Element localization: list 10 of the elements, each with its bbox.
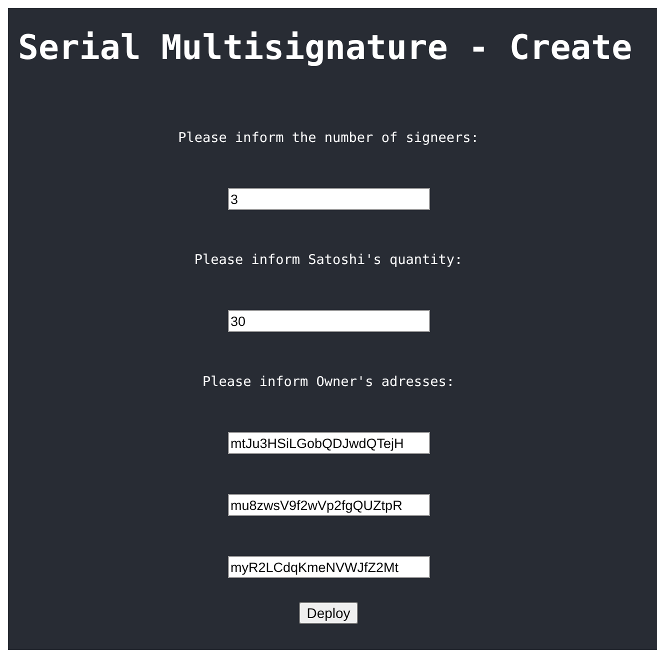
input-field[interactable]: myR2LCdqKmeNVWJfZ2Mt [228,556,430,578]
page-title: Serial Multisignature - Create [18,27,634,70]
input-field[interactable]: mtJu3HSiLGobQDJwdQTejH [228,432,430,454]
input-field[interactable]: 30 [228,310,430,332]
field-label: Please inform Owner's adresses: [202,373,454,392]
input-field[interactable]: 3 [228,188,430,210]
field-label: Please inform Satoshi's quantity: [194,251,463,270]
field-label: Please inform the number of signeers: [178,129,479,148]
input-field[interactable]: mu8zwsV9f2wVp2fgQUZtpR [228,494,430,516]
deploy-button[interactable]: Deploy [298,602,358,624]
